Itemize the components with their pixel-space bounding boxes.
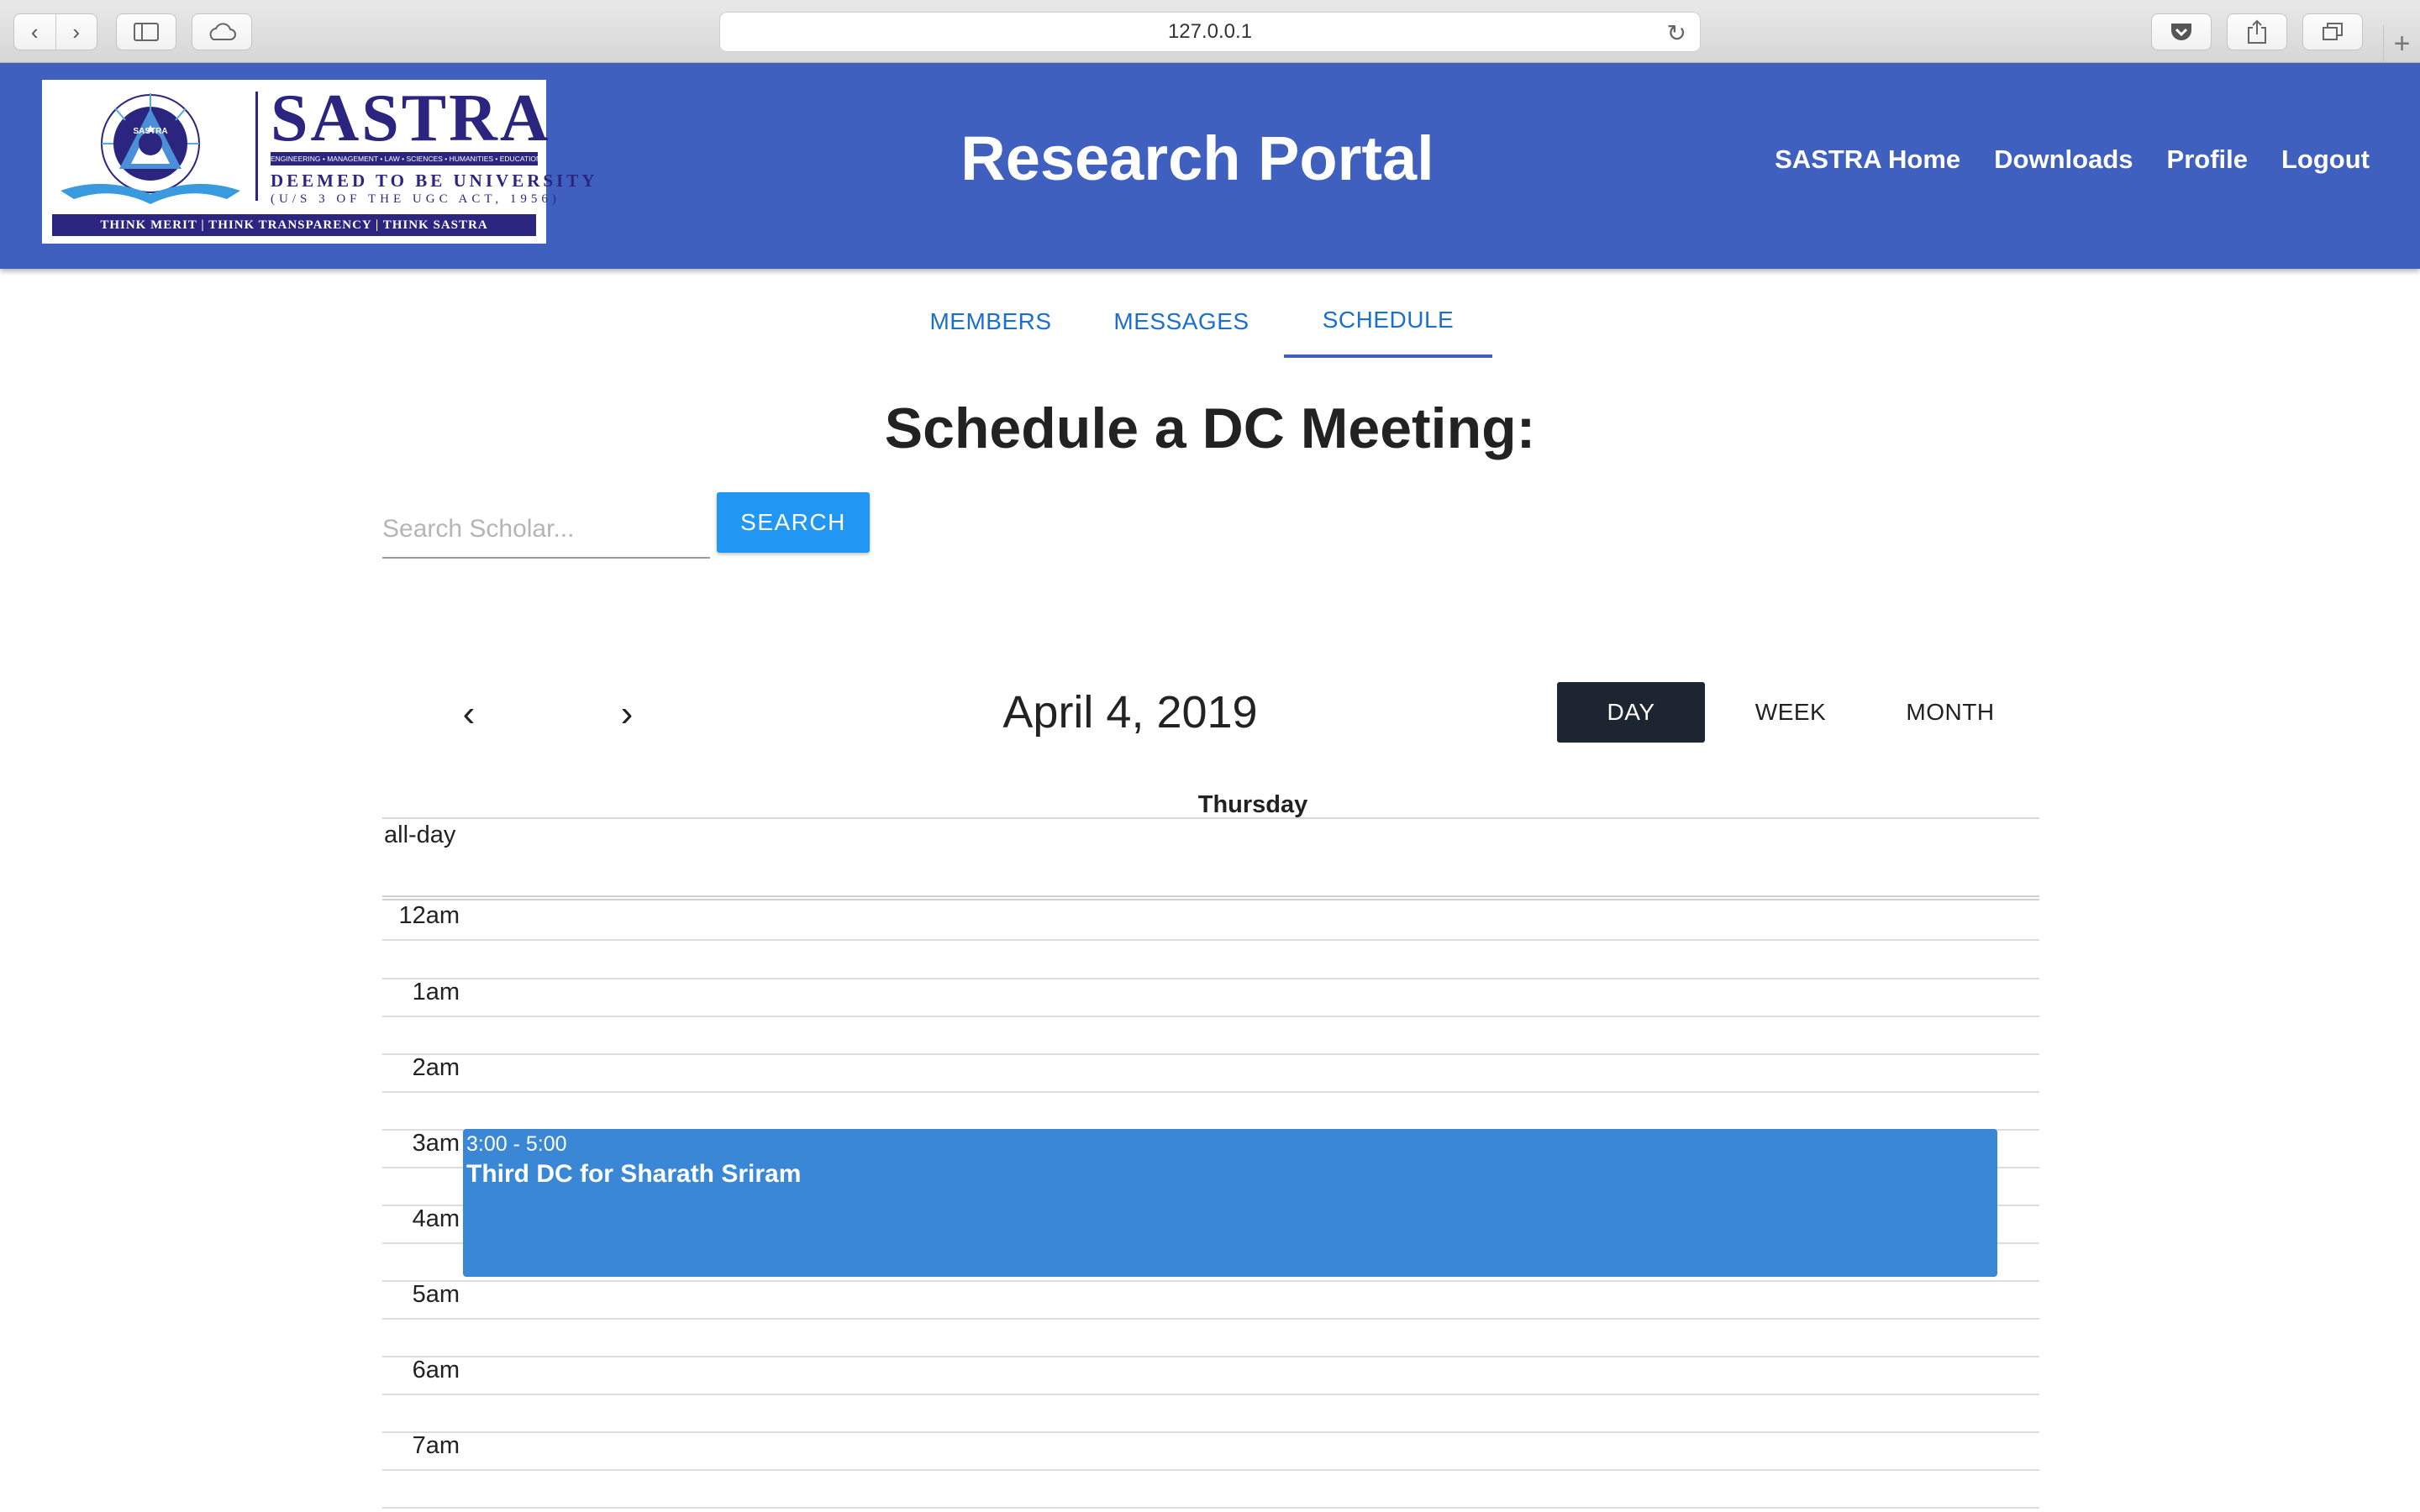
reload-icon[interactable]: ↻ — [1667, 19, 1686, 47]
hour-label: 7am — [412, 1432, 460, 1459]
hour-label: 4am — [412, 1205, 460, 1232]
slot-line — [382, 1091, 2039, 1093]
prev-day-icon[interactable]: ‹ — [444, 689, 494, 739]
slot-line — [382, 1469, 2039, 1471]
emblem-text: SASTRA — [133, 127, 167, 136]
url-text: 127.0.0.1 — [1167, 20, 1253, 43]
day-calendar: Thursday all-day 12am 1am 2am 3am 4am 5a… — [382, 790, 2039, 1512]
allday-label: all-day — [384, 822, 456, 848]
slot-line — [382, 1431, 2039, 1433]
icloud-tabs-icon[interactable] — [192, 13, 252, 50]
hour-label: 6am — [412, 1357, 460, 1383]
hour-label: 2am — [412, 1054, 460, 1081]
slot-line — [382, 978, 2039, 979]
calendar-event[interactable]: 3:00 - 5:00 Third DC for Sharath Sriram — [463, 1129, 1997, 1277]
slot-line — [382, 939, 2039, 941]
logo-tagline: THINK MERIT | THINK TRANSPARENCY | THINK… — [52, 214, 536, 236]
slot-line — [382, 1318, 2039, 1320]
tabs-overview-icon[interactable] — [2302, 13, 2363, 50]
portal-header: SASTRA SASTRA ENGINEERING • MANAGEMENT •… — [0, 63, 2420, 269]
browser-toolbar: ‹ › 127.0.0.1 ↻ + — [0, 0, 2420, 63]
nav-logout[interactable]: Logout — [2281, 140, 2370, 179]
event-time: 3:00 - 5:00 — [466, 1132, 567, 1156]
tab-members[interactable]: MEMBERS — [902, 286, 1079, 358]
portal-title: Research Portal — [960, 123, 1434, 193]
hour-label: 1am — [412, 979, 460, 1005]
forward-icon[interactable]: › — [55, 14, 97, 50]
search-button[interactable]: SEARCH — [717, 492, 870, 553]
slot-line — [382, 1356, 2039, 1357]
logo-act: (U/S 3 OF THE UGC ACT, 1956) — [271, 192, 560, 206]
view-day-button[interactable]: DAY — [1557, 682, 1705, 743]
pocket-icon[interactable] — [2151, 13, 2212, 50]
hour-label: 12am — [398, 902, 460, 929]
logo-wordmark: SASTRA — [271, 81, 551, 155]
slot-line — [382, 1053, 2039, 1055]
slot-line — [382, 1507, 2039, 1509]
tab-messages[interactable]: MESSAGES — [1079, 286, 1284, 358]
address-bar[interactable]: 127.0.0.1 ↻ — [719, 12, 1701, 52]
logo-disciplines: ENGINEERING • MANAGEMENT • LAW • SCIENCE… — [271, 152, 538, 165]
logo-deemed: DEEMED TO BE UNIVERSITY — [271, 171, 598, 191]
logo-divider — [255, 92, 258, 201]
share-icon[interactable] — [2227, 13, 2287, 50]
section-tabs: MEMBERS MESSAGES SCHEDULE — [902, 286, 1492, 358]
slot-line — [382, 1394, 2039, 1395]
back-icon[interactable]: ‹ — [14, 14, 55, 50]
search-scholar-input[interactable] — [382, 496, 710, 559]
view-month-button[interactable]: MONTH — [1870, 682, 2030, 743]
hour-label: 5am — [412, 1281, 460, 1308]
next-day-icon[interactable]: › — [602, 689, 652, 739]
calendar-date-title: April 4, 2019 — [1002, 687, 1258, 738]
nav-sastra-home[interactable]: SASTRA Home — [1775, 140, 1960, 179]
slot-line — [382, 1280, 2039, 1282]
event-title: Third DC for Sharath Sriram — [466, 1160, 802, 1188]
new-tab-icon[interactable]: + — [2383, 25, 2420, 63]
sastra-emblem-icon: SASTRA — [60, 93, 240, 204]
hour-label: 3am — [412, 1130, 460, 1157]
sidebar-toggle-icon[interactable] — [116, 13, 176, 50]
view-week-button[interactable]: WEEK — [1711, 682, 1870, 743]
tab-schedule[interactable]: SCHEDULE — [1284, 286, 1492, 358]
nav-downloads[interactable]: Downloads — [1994, 140, 2133, 179]
day-column-header: Thursday — [382, 790, 2039, 819]
history-nav: ‹ › — [13, 13, 97, 50]
sastra-logo[interactable]: SASTRA SASTRA ENGINEERING • MANAGEMENT •… — [42, 80, 598, 244]
slot-line — [382, 1016, 2039, 1017]
page-title: Schedule a DC Meeting: — [884, 396, 1536, 460]
top-nav: SASTRA Home Downloads Profile Logout — [1775, 140, 2370, 179]
nav-profile[interactable]: Profile — [2167, 140, 2248, 179]
allday-divider — [382, 895, 2039, 900]
